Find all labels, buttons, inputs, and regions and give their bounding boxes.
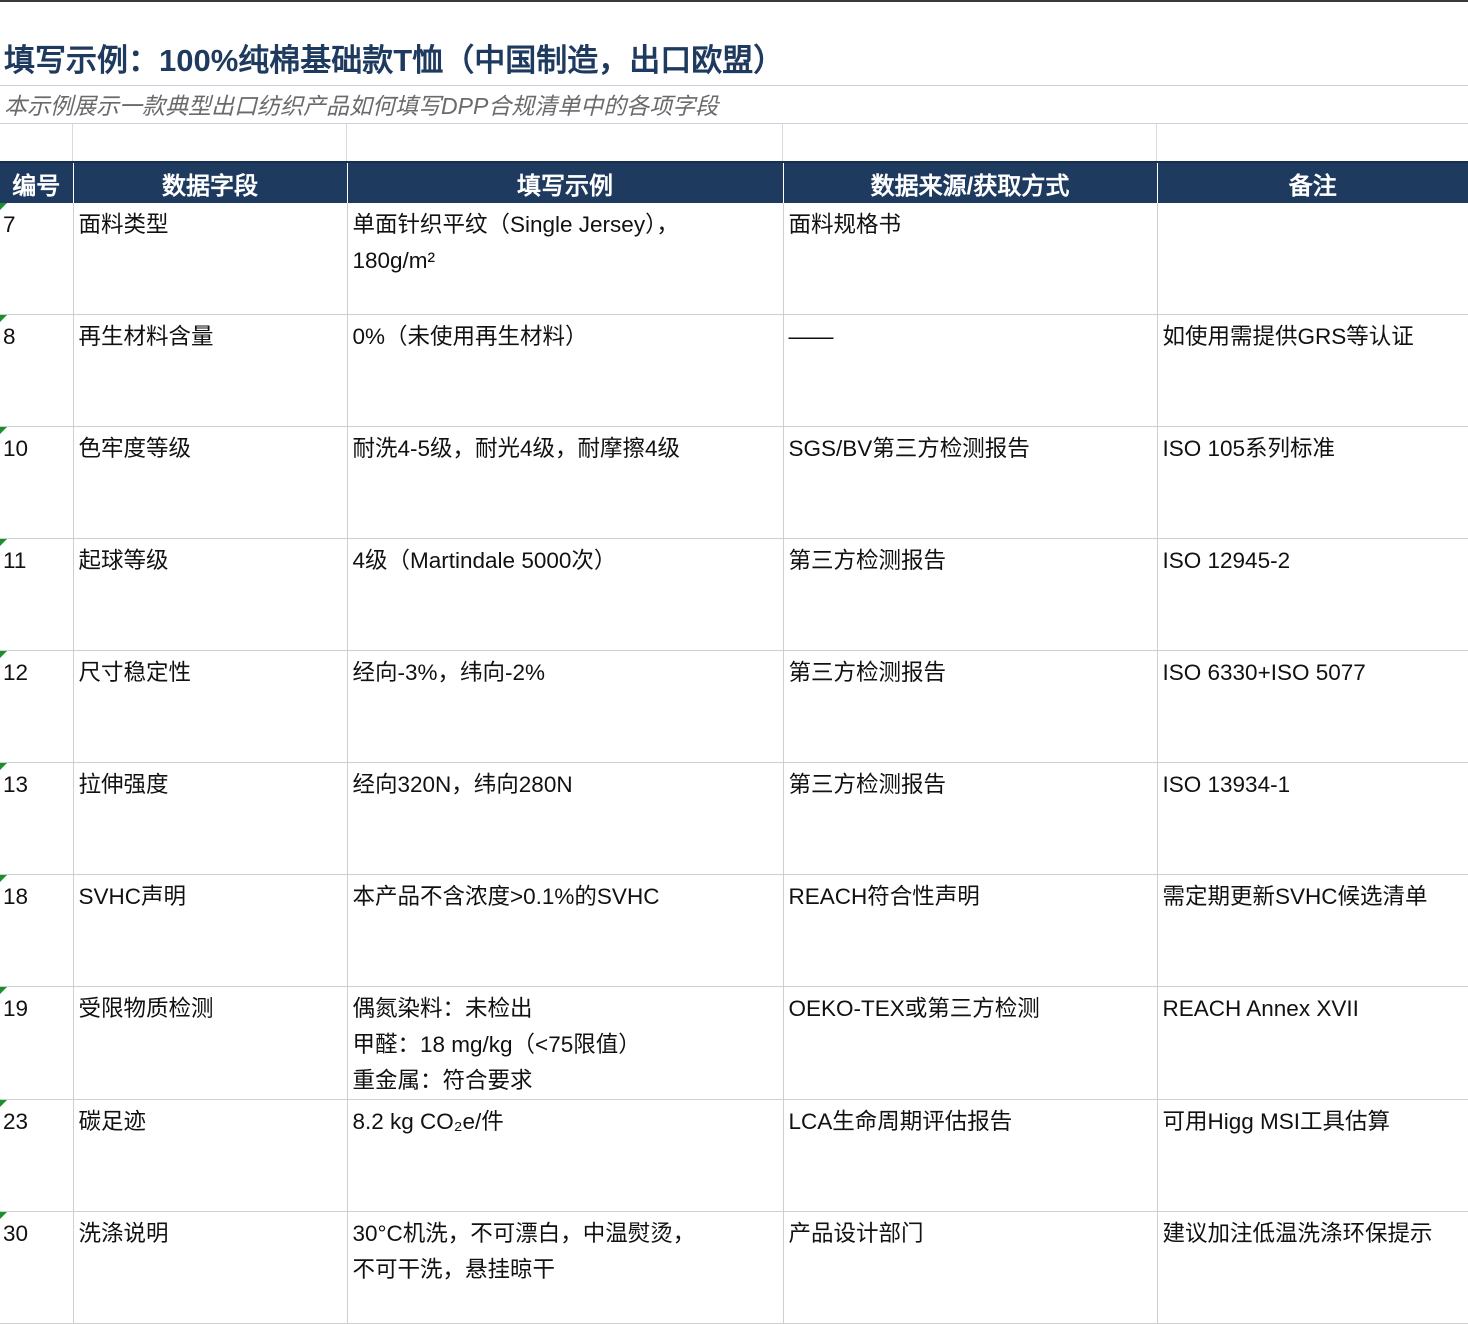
- cell-example[interactable]: 8.2 kg CO₂e/件: [347, 1099, 784, 1212]
- cell-example[interactable]: 本产品不含浓度>0.1%的SVHC: [347, 874, 784, 987]
- cell-number[interactable]: 11: [0, 538, 74, 651]
- cell-data-field[interactable]: 碳足迹: [73, 1099, 348, 1212]
- cell-note[interactable]: ISO 13934-1: [1157, 762, 1468, 875]
- header-data-field[interactable]: 数据字段: [73, 161, 348, 203]
- cell-source[interactable]: 产品设计部门: [783, 1211, 1158, 1324]
- table-row: 7 面料类型 单面针织平纹（Single Jersey）， 180g/m² 面料规…: [0, 203, 1468, 315]
- number-stored-as-text-indicator: [0, 651, 7, 658]
- cell-note[interactable]: 建议加注低温洗涤环保提示: [1157, 1211, 1468, 1324]
- header-number[interactable]: 编号: [0, 161, 74, 203]
- number-stored-as-text-indicator: [0, 203, 7, 210]
- empty-row-gridline: [1156, 124, 1157, 162]
- table-row: 23 碳足迹 8.2 kg CO₂e/件 LCA生命周期评估报告 可用Higg …: [0, 1099, 1468, 1212]
- cell-example[interactable]: 30°C机洗，不可漂白，中温熨烫， 不可干洗，悬挂晾干: [347, 1211, 784, 1324]
- empty-row-gridline: [346, 124, 347, 162]
- cell-note[interactable]: ISO 6330+ISO 5077: [1157, 650, 1468, 763]
- cell-example[interactable]: 偶氮染料：未检出 甲醛：18 mg/kg（<75限值） 重金属：符合要求: [347, 986, 784, 1100]
- title-divider: [0, 85, 1468, 86]
- cell-number[interactable]: 12: [0, 650, 74, 763]
- table-row: 10 色牢度等级 耐洗4-5级，耐光4级，耐摩擦4级 SGS/BV第三方检测报告…: [0, 426, 1468, 539]
- cell-source[interactable]: 第三方检测报告: [783, 650, 1158, 763]
- cell-source[interactable]: SGS/BV第三方检测报告: [783, 426, 1158, 539]
- cell-data-field[interactable]: 尺寸稳定性: [73, 650, 348, 763]
- cell-note[interactable]: 可用Higg MSI工具估算: [1157, 1099, 1468, 1212]
- table-row: 12 尺寸稳定性 经向-3%，纬向-2% 第三方检测报告 ISO 6330+IS…: [0, 650, 1468, 763]
- sheet-title: 填写示例：100%纯棉基础款T恤（中国制造，出口欧盟）: [4, 43, 785, 78]
- header-source[interactable]: 数据来源/获取方式: [783, 161, 1158, 203]
- cell-note[interactable]: 如使用需提供GRS等认证: [1157, 314, 1468, 427]
- subtitle-divider: [0, 123, 1468, 124]
- cell-data-field[interactable]: 色牢度等级: [73, 426, 348, 539]
- cell-source[interactable]: ——: [783, 314, 1158, 427]
- table-row: 19 受限物质检测 偶氮染料：未检出 甲醛：18 mg/kg（<75限值） 重金属：…: [0, 986, 1468, 1100]
- cell-source[interactable]: 第三方检测报告: [783, 762, 1158, 875]
- header-note[interactable]: 备注: [1157, 161, 1468, 203]
- number-stored-as-text-indicator: [0, 315, 7, 322]
- empty-row-gridline: [782, 124, 783, 162]
- cell-number[interactable]: 8: [0, 314, 74, 427]
- cell-data-field[interactable]: SVHC声明: [73, 874, 348, 987]
- cell-data-field[interactable]: 拉伸强度: [73, 762, 348, 875]
- number-stored-as-text-indicator: [0, 987, 7, 994]
- table-row: 11 起球等级 4级（Martindale 5000次） 第三方检测报告 ISO…: [0, 538, 1468, 651]
- cell-example[interactable]: 0%（未使用再生材料）: [347, 314, 784, 427]
- sheet-subtitle: 本示例展示一款典型出口纺织产品如何填写DPP合规清单中的各项字段: [4, 93, 719, 119]
- cell-number[interactable]: 10: [0, 426, 74, 539]
- cell-data-field[interactable]: 洗涤说明: [73, 1211, 348, 1324]
- number-stored-as-text-indicator: [0, 1100, 7, 1107]
- cell-source[interactable]: OEKO-TEX或第三方检测: [783, 986, 1158, 1100]
- number-stored-as-text-indicator: [0, 1212, 7, 1219]
- cell-note[interactable]: ISO 105系列标准: [1157, 426, 1468, 539]
- table-row: 18 SVHC声明 本产品不含浓度>0.1%的SVHC REACH符合性声明 需…: [0, 874, 1468, 987]
- cell-number[interactable]: 13: [0, 762, 74, 875]
- table-row: 8 再生材料含量 0%（未使用再生材料） —— 如使用需提供GRS等认证: [0, 314, 1468, 427]
- cell-source[interactable]: LCA生命周期评估报告: [783, 1099, 1158, 1212]
- dpp-checklist-table: 编号 数据字段 填写示例 数据来源/获取方式 备注 7 面料类型 单面针织平纹（…: [0, 161, 1468, 1324]
- cell-note[interactable]: [1157, 203, 1468, 315]
- number-stored-as-text-indicator: [0, 763, 7, 770]
- cell-example[interactable]: 经向-3%，纬向-2%: [347, 650, 784, 763]
- cell-example[interactable]: 经向320N，纬向280N: [347, 762, 784, 875]
- number-stored-as-text-indicator: [0, 427, 7, 434]
- cell-number[interactable]: 18: [0, 874, 74, 987]
- top-border: [0, 0, 1468, 2]
- cell-note[interactable]: ISO 12945-2: [1157, 538, 1468, 651]
- cell-note[interactable]: 需定期更新SVHC候选清单: [1157, 874, 1468, 987]
- number-stored-as-text-indicator: [0, 875, 7, 882]
- cell-number[interactable]: 23: [0, 1099, 74, 1212]
- cell-number[interactable]: 30: [0, 1211, 74, 1324]
- cell-example[interactable]: 4级（Martindale 5000次）: [347, 538, 784, 651]
- header-example[interactable]: 填写示例: [347, 161, 784, 203]
- cell-data-field[interactable]: 面料类型: [73, 203, 348, 315]
- table-row: 13 拉伸强度 经向320N，纬向280N 第三方检测报告 ISO 13934-…: [0, 762, 1468, 875]
- cell-number[interactable]: 7: [0, 203, 74, 315]
- cell-data-field[interactable]: 再生材料含量: [73, 314, 348, 427]
- cell-data-field[interactable]: 起球等级: [73, 538, 348, 651]
- table-row: 30 洗涤说明 30°C机洗，不可漂白，中温熨烫， 不可干洗，悬挂晾干 产品设计部…: [0, 1211, 1468, 1324]
- cell-source[interactable]: 面料规格书: [783, 203, 1158, 315]
- cell-data-field[interactable]: 受限物质检测: [73, 986, 348, 1100]
- cell-source[interactable]: REACH符合性声明: [783, 874, 1158, 987]
- cell-note[interactable]: REACH Annex XVII: [1157, 986, 1468, 1100]
- number-stored-as-text-indicator: [0, 539, 7, 546]
- cell-number[interactable]: 19: [0, 986, 74, 1100]
- cell-example[interactable]: 耐洗4-5级，耐光4级，耐摩擦4级: [347, 426, 784, 539]
- cell-example[interactable]: 单面针织平纹（Single Jersey）， 180g/m²: [347, 203, 784, 315]
- cell-source[interactable]: 第三方检测报告: [783, 538, 1158, 651]
- empty-row-gridline: [72, 124, 73, 162]
- header-row: 编号 数据字段 填写示例 数据来源/获取方式 备注: [0, 161, 1468, 203]
